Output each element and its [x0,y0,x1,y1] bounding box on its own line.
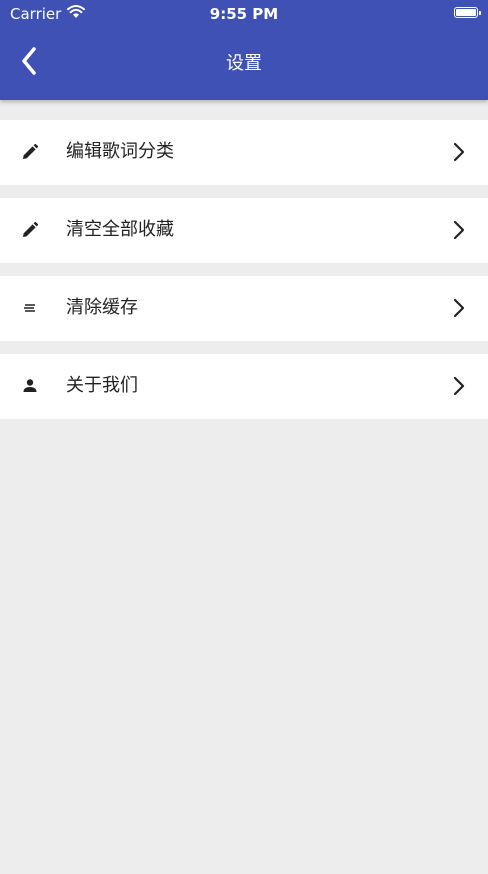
settings-item-about-us[interactable]: 关于我们 [0,354,488,419]
chevron-right-icon [452,376,466,396]
settings-item-clear-favorites[interactable]: 清空全部收藏 [0,198,488,263]
page-title: 设置 [226,53,262,74]
person-icon [20,376,40,396]
status-bar: Carrier 9:55 PM [0,0,488,28]
pencil-icon [20,220,40,240]
chevron-right-icon [452,220,466,240]
settings-item-label: 编辑歌词分类 [66,141,174,162]
settings-item-clear-cache[interactable]: 清除缓存 [0,276,488,341]
lines-icon [20,298,40,318]
settings-list: 编辑歌词分类 清空全部收藏 清除缓存 关于我们 [0,120,488,432]
battery-icon [454,7,481,18]
settings-item-label: 清除缓存 [66,297,138,318]
settings-item-edit-lyrics-category[interactable]: 编辑歌词分类 [0,120,488,185]
status-time: 9:55 PM [209,5,279,23]
settings-item-label: 关于我们 [66,375,138,396]
chevron-right-icon [452,142,466,162]
chevron-right-icon [452,298,466,318]
pencil-icon [20,142,40,162]
app-bar: Carrier 9:55 PM 设置 [0,0,488,100]
settings-item-label: 清空全部收藏 [66,219,174,240]
